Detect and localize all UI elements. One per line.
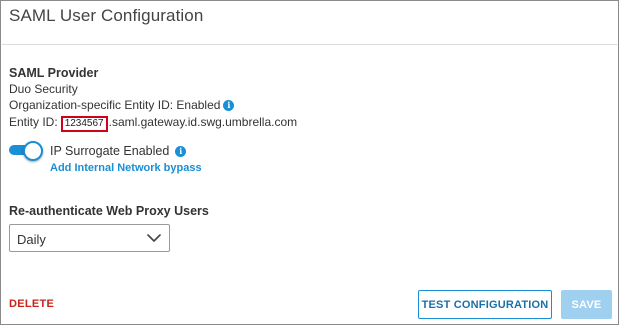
entity-id-highlighted-value: 1234567 <box>60 116 108 132</box>
delete-button[interactable]: DELETE <box>9 298 54 310</box>
toggle-knob <box>23 141 43 161</box>
org-entity-id-label: Organization-specific Entity ID: Enabled <box>9 98 221 112</box>
ip-surrogate-row: IP Surrogate Enabled i <box>50 144 187 158</box>
info-icon[interactable]: i <box>223 100 235 111</box>
saml-config-panel: SAML User Configuration SAML Provider Du… <box>0 0 619 325</box>
entity-id-suffix: .saml.gateway.id.swg.umbrella.com <box>108 115 298 129</box>
save-button[interactable]: SAVE <box>561 290 612 319</box>
org-entity-id-row: Organization-specific Entity ID: Enabled… <box>9 98 235 112</box>
test-configuration-button[interactable]: TEST CONFIGURATION <box>418 290 552 319</box>
chevron-down-icon <box>147 234 161 242</box>
reauth-heading: Re-authenticate Web Proxy Users <box>9 204 209 218</box>
ip-surrogate-label: IP Surrogate Enabled <box>50 144 170 158</box>
reauth-frequency-select[interactable]: Daily <box>9 224 170 252</box>
page-title: SAML User Configuration <box>9 6 204 25</box>
saml-provider-heading: SAML Provider <box>9 66 99 80</box>
header-divider <box>2 44 617 45</box>
entity-id-label: Entity ID: <box>9 115 58 129</box>
info-icon[interactable]: i <box>175 146 187 157</box>
add-internal-network-bypass-link[interactable]: Add Internal Network bypass <box>50 162 202 174</box>
ip-surrogate-toggle[interactable] <box>9 141 43 161</box>
reauth-selected-value: Daily <box>17 232 46 247</box>
provider-name: Duo Security <box>9 82 78 96</box>
entity-id-row: Entity ID: 1234567 .saml.gateway.id.swg.um… <box>9 115 297 132</box>
